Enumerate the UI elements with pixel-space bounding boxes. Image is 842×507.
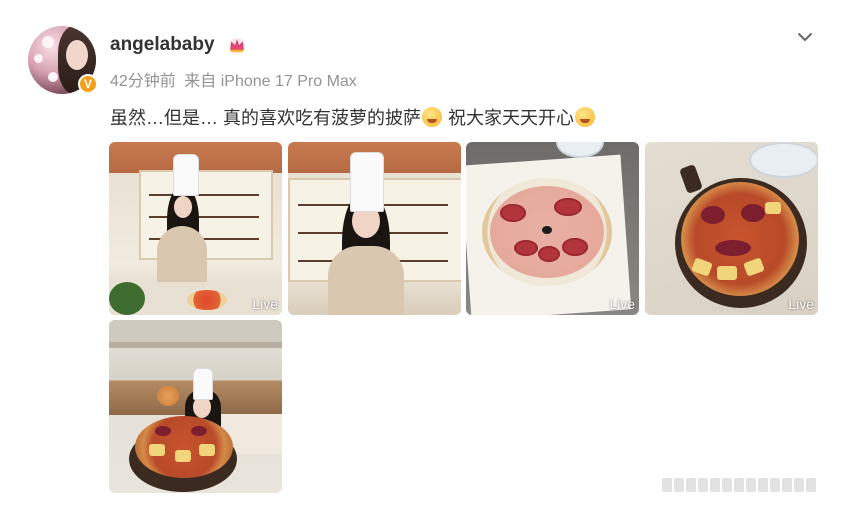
live-badge: Live <box>609 296 635 312</box>
pepperoni-eye <box>500 204 526 222</box>
chef-hat <box>173 154 199 196</box>
post-text: 虽然…但是… 真的喜欢吃有菠萝的披萨 祝大家天天开心 <box>110 104 596 130</box>
live-badge: Live <box>788 296 814 312</box>
chef-hat <box>193 368 213 400</box>
pepperoni-mouth <box>514 240 538 256</box>
watermark-glyph <box>722 478 732 492</box>
post-time[interactable]: 42分钟前 <box>110 73 176 90</box>
avatar-flower <box>42 36 54 48</box>
pineapple <box>199 444 215 456</box>
photo-1[interactable]: Live <box>109 142 282 315</box>
chef-hat <box>350 152 384 212</box>
yummy-emoji-icon <box>422 107 442 127</box>
mini-pizza <box>187 290 227 310</box>
watermark-glyph <box>782 478 792 492</box>
watermark-glyph <box>746 478 756 492</box>
pineapple <box>175 450 191 462</box>
avatar-face <box>66 40 88 70</box>
post-source: 来自 iPhone 17 Pro Max <box>184 73 357 90</box>
salami-eye <box>701 206 725 224</box>
plate <box>749 142 818 178</box>
crown-icon[interactable] <box>228 37 246 55</box>
person-body <box>328 246 404 315</box>
person-body <box>157 226 207 286</box>
watermark-glyph <box>674 478 684 492</box>
post-text-part2: 祝大家天天开心 <box>443 108 575 128</box>
watermark-glyph <box>794 478 804 492</box>
olive-nose <box>542 226 552 234</box>
kiss-emoji-icon <box>575 107 596 127</box>
photo-3[interactable]: Live <box>466 142 639 315</box>
watermark-glyph <box>770 478 780 492</box>
pepperoni-mouth <box>538 246 560 262</box>
verified-badge-icon: V <box>78 74 98 94</box>
salami-mouth <box>715 240 751 256</box>
live-badge: Live <box>252 296 278 312</box>
photo-2[interactable] <box>288 142 461 315</box>
photo-4[interactable]: Live <box>645 142 818 315</box>
post-meta: 42分钟前 来自 iPhone 17 Pro Max <box>110 67 361 91</box>
shelf-line <box>149 216 259 218</box>
watermark-glyph <box>710 478 720 492</box>
post-text-part1: 虽然…但是… 真的喜欢吃有菠萝的披萨 <box>110 108 421 128</box>
salami-eye <box>741 204 765 222</box>
ceiling-beam <box>109 342 282 348</box>
pepperoni-eye <box>554 198 582 216</box>
salami-eye <box>191 426 207 436</box>
salami-eye <box>155 426 171 436</box>
pineapple <box>717 266 737 280</box>
pineapple <box>149 444 165 456</box>
watermark-glyph <box>686 478 696 492</box>
avatar-flower <box>34 54 43 63</box>
board-handle <box>679 164 703 194</box>
basil <box>109 282 145 315</box>
watermark-glyph <box>806 478 816 492</box>
person-face <box>174 196 192 218</box>
pineapple <box>765 202 781 214</box>
username[interactable]: angelababy <box>110 34 215 56</box>
watermark-glyph <box>734 478 744 492</box>
mini-pizza <box>157 386 179 406</box>
weibo-post-card: V angelababy 42分钟前 来自 iPhone 17 Pro Max … <box>0 0 842 507</box>
watermark-glyph <box>698 478 708 492</box>
photo-5[interactable] <box>109 320 282 493</box>
watermark <box>662 474 834 496</box>
avatar-flower <box>48 72 58 82</box>
watermark-glyph <box>758 478 768 492</box>
shelf-line <box>149 194 259 196</box>
chevron-down-icon[interactable] <box>794 26 816 48</box>
pepperoni-mouth <box>562 238 588 256</box>
pizza-baked <box>681 182 799 296</box>
watermark-glyph <box>662 478 672 492</box>
